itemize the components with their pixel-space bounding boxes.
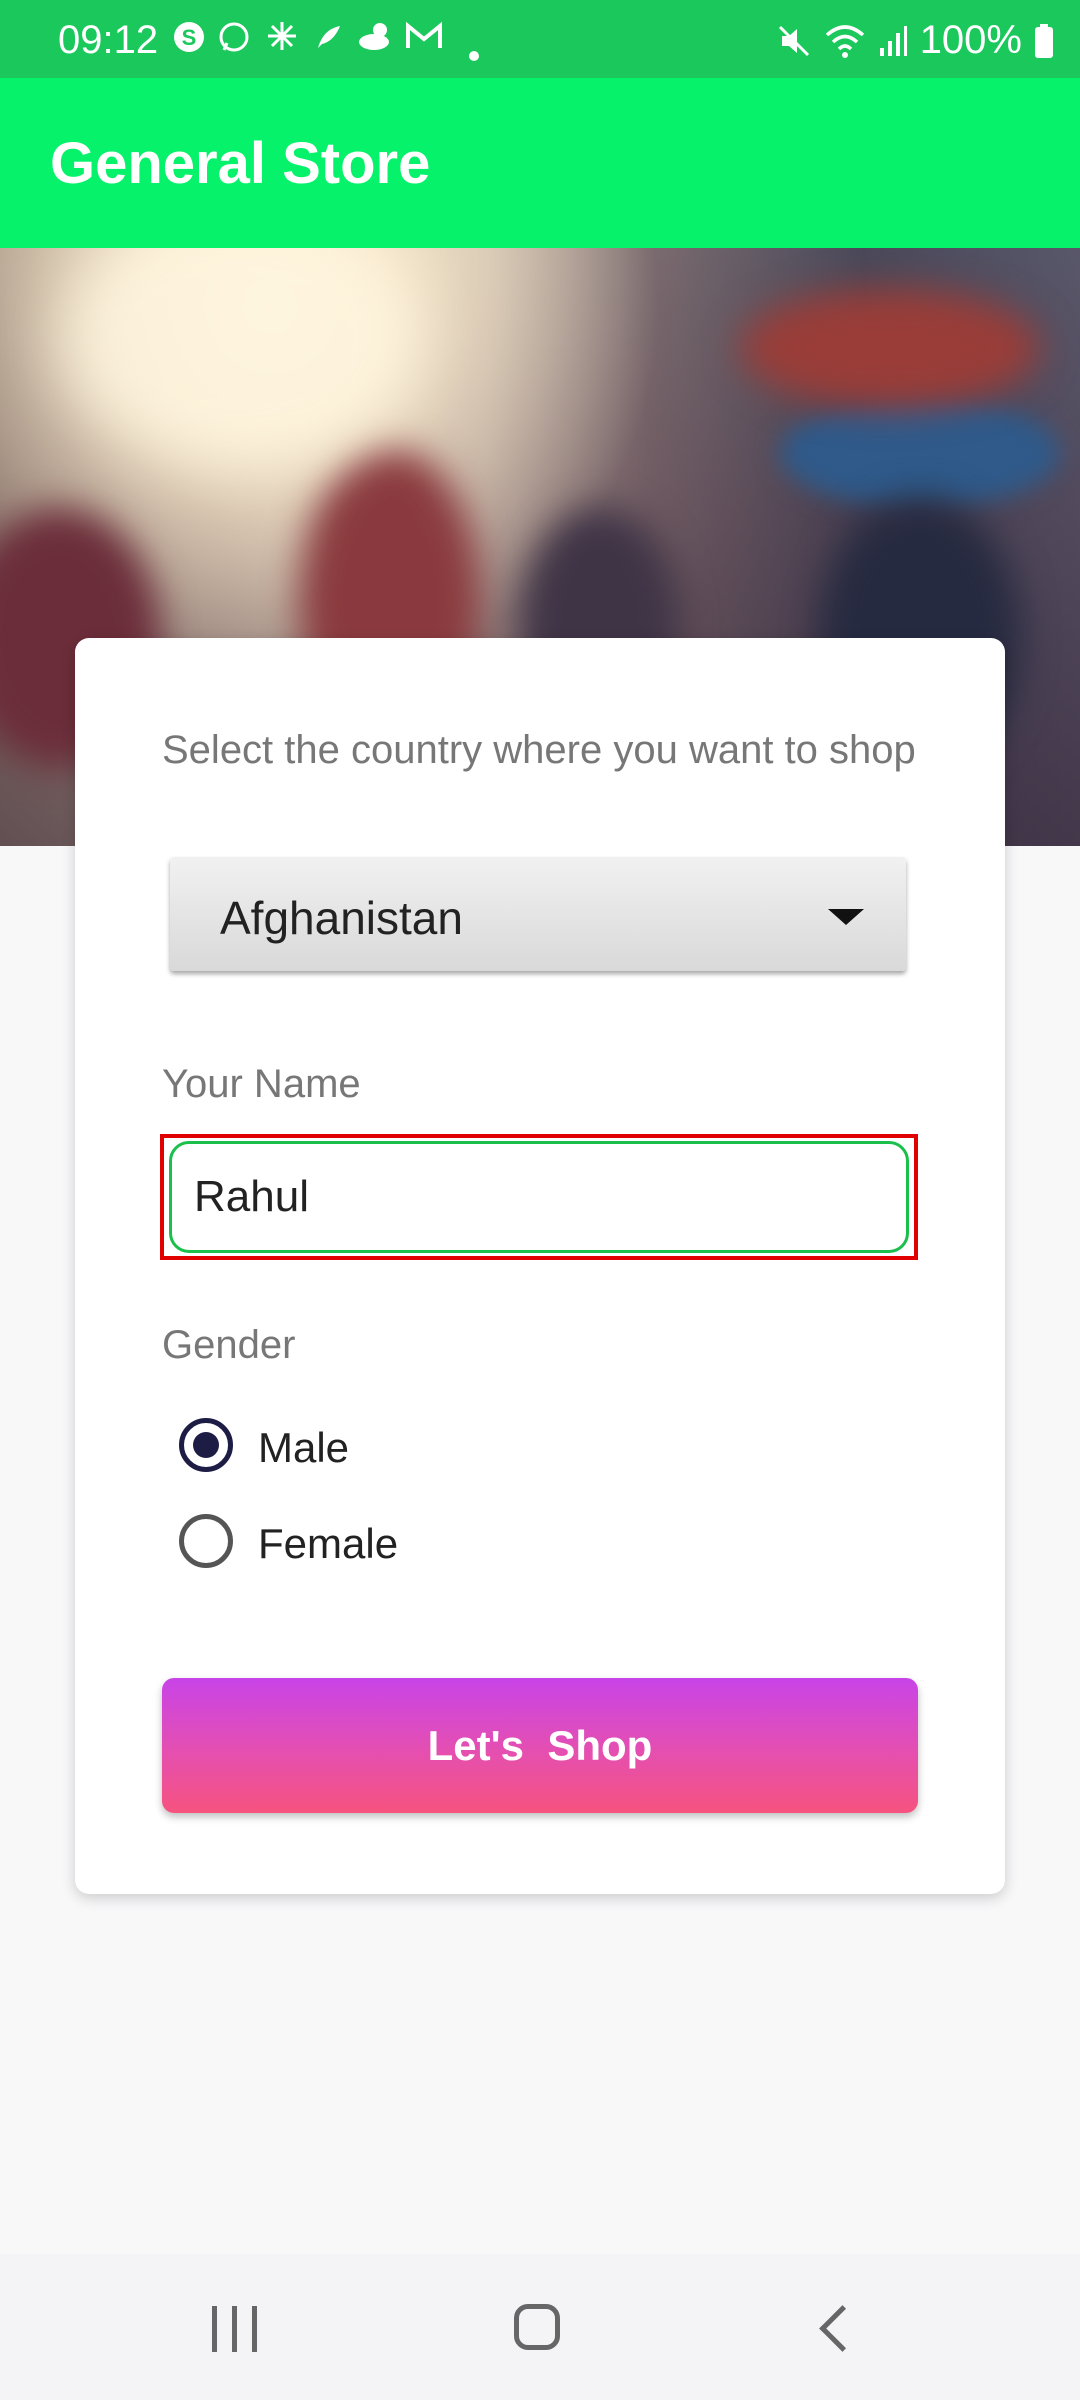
signal-icon	[879, 25, 907, 56]
sparkle-icon	[266, 20, 298, 61]
app-bar: General Store	[0, 78, 1080, 248]
name-input[interactable]: Rahul	[169, 1141, 909, 1253]
radio-male-label[interactable]: Male	[258, 1424, 349, 1472]
radio-male[interactable]	[179, 1418, 233, 1472]
dropdown-arrow-icon	[828, 909, 864, 925]
country-dropdown[interactable]: Afghanistan	[170, 857, 906, 971]
battery-percentage: 100%	[919, 18, 1022, 62]
recent-apps-icon[interactable]	[210, 2306, 260, 2352]
status-time: 09:12	[58, 18, 159, 62]
skype-icon: S	[172, 20, 206, 63]
leaf-icon	[314, 20, 344, 61]
gmail-icon	[404, 20, 444, 61]
radio-female[interactable]	[179, 1514, 233, 1568]
battery-icon	[1035, 23, 1053, 58]
lets-shop-button[interactable]: Let's Shop	[162, 1678, 918, 1813]
cloud-sun-icon	[356, 20, 396, 61]
gender-label: Gender	[162, 1323, 296, 1367]
system-status: 100%	[776, 18, 1054, 63]
app-title: General Store	[50, 131, 431, 196]
radio-female-label[interactable]: Female	[258, 1520, 398, 1568]
whatsapp-icon	[216, 20, 252, 65]
form-card: Select the country where you want to sho…	[75, 638, 1005, 1894]
dot-icon	[468, 32, 480, 71]
status-bar: 09:12 S 100%	[0, 0, 1080, 78]
name-label: Your Name	[162, 1062, 361, 1106]
home-icon[interactable]	[514, 2304, 560, 2350]
mute-icon	[778, 25, 809, 56]
svg-text:S: S	[182, 25, 197, 50]
country-label: Select the country where you want to sho…	[162, 728, 916, 772]
wifi-icon	[825, 24, 864, 58]
country-selected-value: Afghanistan	[220, 892, 463, 944]
navigation-bar	[0, 2254, 1080, 2400]
back-icon[interactable]	[819, 2305, 866, 2352]
